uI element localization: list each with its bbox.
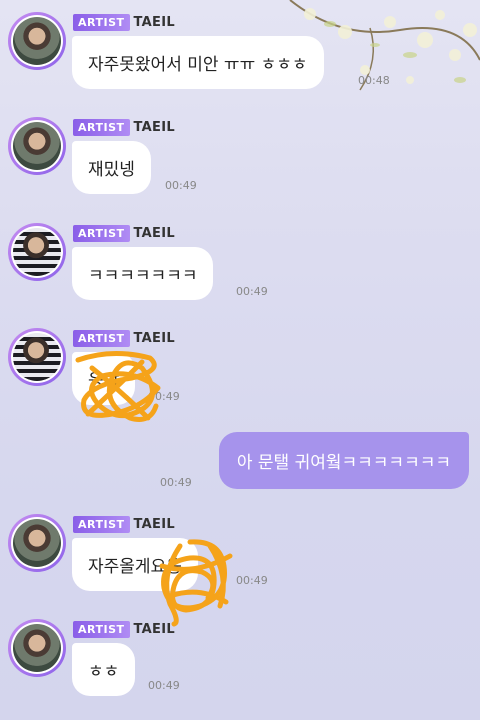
message-bubble[interactable]: 자주올게요응	[72, 538, 198, 591]
message-bubble[interactable]: 응앙	[72, 352, 136, 405]
message-bubble[interactable]: 아 문탤 귀여웤ㅋㅋㅋㅋㅋㅋㅋ	[218, 432, 469, 489]
sender-name: TAEIL	[133, 517, 175, 532]
sender-name: TAEIL	[133, 622, 175, 637]
sender-label: ARTIST TAEIL	[73, 225, 175, 242]
artist-badge: ARTIST	[73, 516, 130, 533]
artist-badge: ARTIST	[73, 621, 130, 638]
message-bubble[interactable]: 재밌넹	[72, 141, 151, 194]
artist-badge: ARTIST	[73, 225, 130, 242]
message-time: 00:49	[165, 179, 197, 192]
sender-name: TAEIL	[133, 331, 175, 346]
avatar[interactable]	[8, 12, 66, 70]
sender-name: TAEIL	[133, 15, 175, 30]
sender-name: TAEIL	[133, 120, 175, 135]
avatar[interactable]	[8, 328, 66, 386]
avatar[interactable]	[8, 117, 66, 175]
message-time: 00:49	[160, 476, 192, 489]
message-time: 00:49	[236, 285, 268, 298]
artist-badge: ARTIST	[73, 330, 130, 347]
sender-label: ARTIST TAEIL	[73, 14, 175, 31]
message-bubble[interactable]: 자주못왔어서 미안 ㅠㅠ ㅎㅎㅎ	[72, 36, 324, 89]
avatar[interactable]	[8, 514, 66, 572]
sender-label: ARTIST TAEIL	[73, 621, 175, 638]
artist-badge: ARTIST	[73, 119, 130, 136]
avatar[interactable]	[8, 223, 66, 281]
message-bubble[interactable]: ㅋㅋㅋㅋㅋㅋㅋ	[72, 247, 214, 300]
sender-label: ARTIST TAEIL	[73, 516, 175, 533]
sender-label: ARTIST TAEIL	[73, 330, 175, 347]
message-time: 00:48	[358, 74, 390, 87]
artist-badge: ARTIST	[73, 14, 130, 31]
message-bubble[interactable]: ㅎㅎ	[72, 643, 136, 696]
avatar[interactable]	[8, 619, 66, 677]
sender-name: TAEIL	[133, 226, 175, 241]
message-time: 00:49	[236, 574, 268, 587]
message-time: 00:49	[148, 390, 180, 403]
sender-label: ARTIST TAEIL	[73, 119, 175, 136]
message-time: 00:49	[148, 679, 180, 692]
